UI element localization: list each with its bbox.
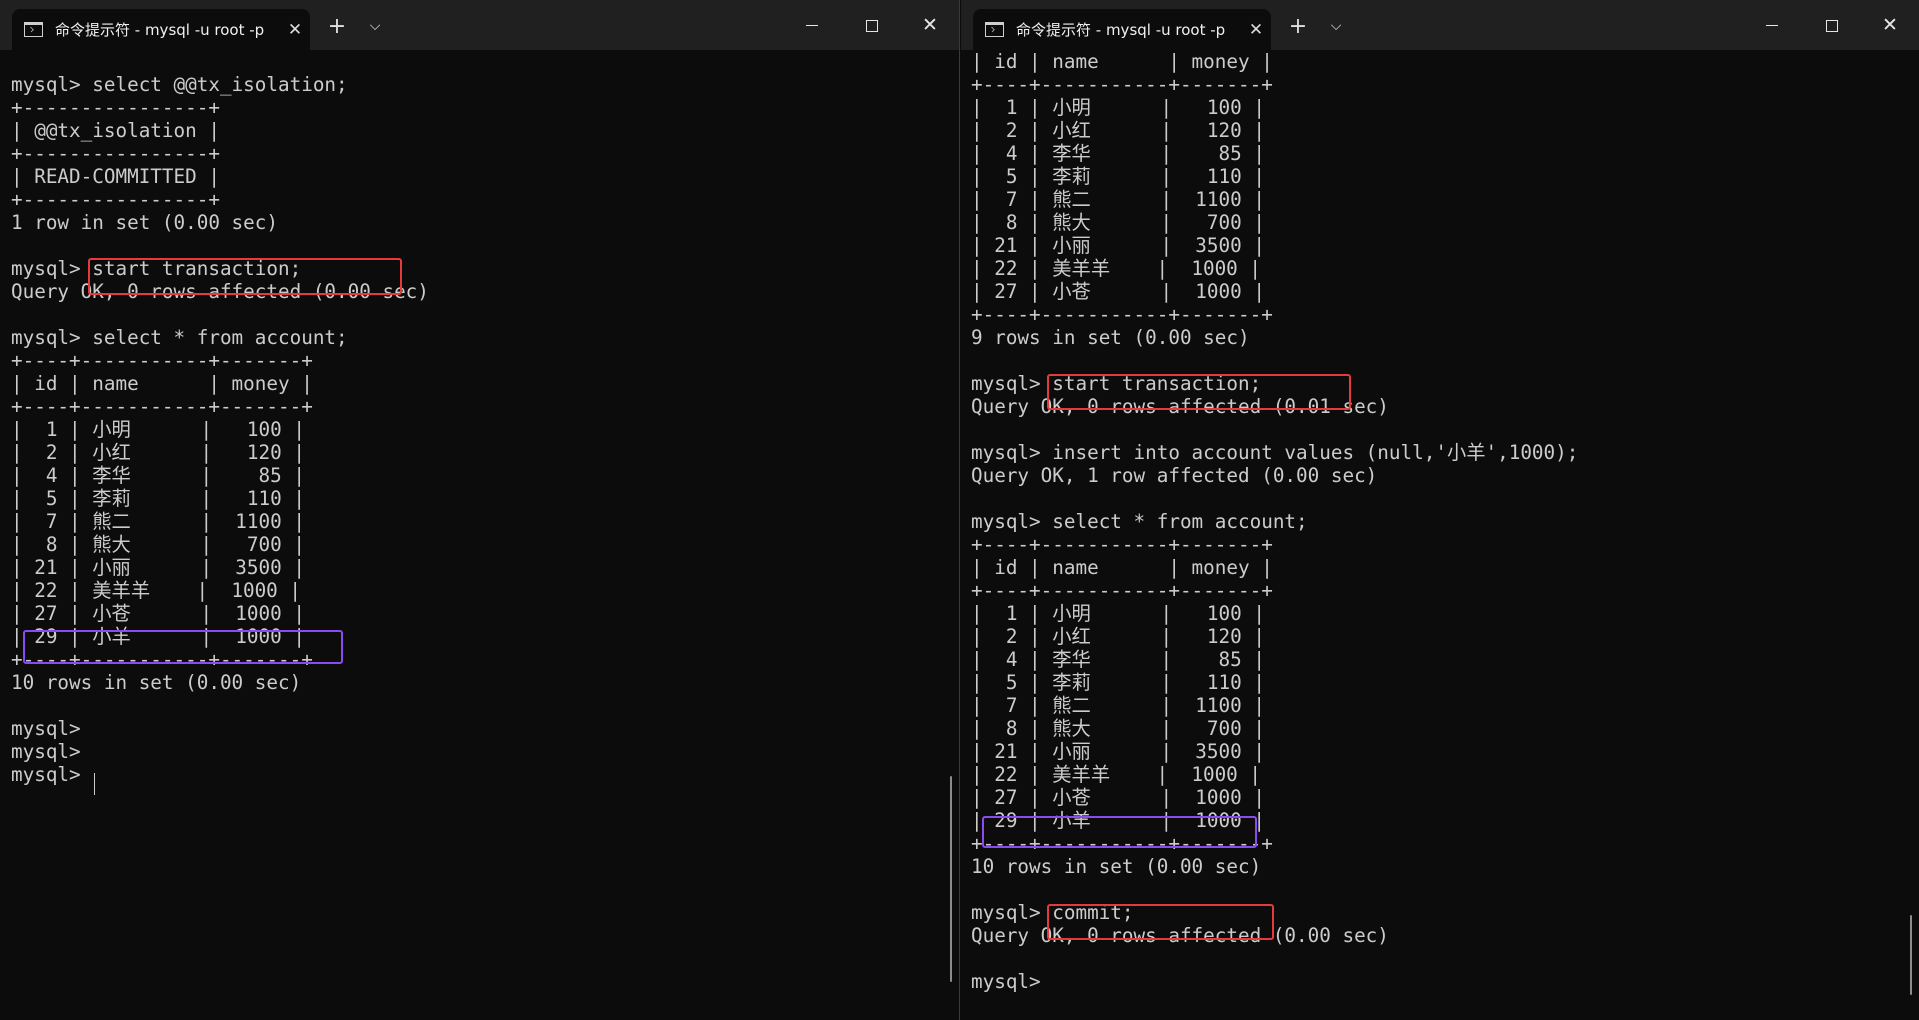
terminal-window-right: 命令提示符 - mysql -u root -p ✕ + ⌵ ✕ | id | … xyxy=(961,0,1919,1020)
highlight-start-transaction xyxy=(1047,374,1351,410)
scrollbar[interactable] xyxy=(1910,915,1912,995)
tab-close-icon[interactable]: ✕ xyxy=(1241,20,1271,40)
window-close-button[interactable]: ✕ xyxy=(1870,10,1910,40)
new-tab-button[interactable]: + xyxy=(1283,14,1313,39)
minimize-button[interactable] xyxy=(1752,10,1792,40)
console-output[interactable]: | id | name | money | +----+-----------+… xyxy=(971,50,1578,993)
terminal-tab[interactable]: 命令提示符 - mysql -u root -p ✕ xyxy=(12,9,310,50)
maximize-icon xyxy=(866,19,878,32)
terminal-tab[interactable]: 命令提示符 - mysql -u root -p ✕ xyxy=(973,9,1271,50)
chevron-down-icon[interactable]: ⌵ xyxy=(362,18,388,34)
maximize-icon xyxy=(1826,19,1838,32)
minimize-icon xyxy=(1766,25,1778,26)
tab-title: 命令提示符 - mysql -u root -p xyxy=(55,21,265,39)
highlight-commit xyxy=(1047,904,1274,940)
terminal-window-left: 命令提示符 - mysql -u root -p ✕ + ⌵ ✕ mysql> … xyxy=(0,0,960,1020)
minimize-button[interactable] xyxy=(792,10,832,40)
text-cursor xyxy=(94,773,95,795)
highlight-new-row xyxy=(23,630,343,664)
new-tab-button[interactable]: + xyxy=(322,14,352,39)
minimize-icon xyxy=(806,25,818,26)
chevron-down-icon[interactable]: ⌵ xyxy=(1323,18,1349,34)
scrollbar[interactable] xyxy=(950,776,952,982)
tab-close-icon[interactable]: ✕ xyxy=(280,20,310,40)
console-output[interactable]: mysql> select @@tx_isolation; +---------… xyxy=(11,73,429,786)
highlight-new-row xyxy=(982,816,1257,848)
terminal-icon xyxy=(24,22,43,37)
terminal-icon xyxy=(985,22,1004,37)
maximize-button[interactable] xyxy=(1812,10,1852,40)
title-bar: 命令提示符 - mysql -u root -p ✕ + ⌵ ✕ xyxy=(961,0,1919,50)
window-close-button[interactable]: ✕ xyxy=(910,10,950,40)
title-bar: 命令提示符 - mysql -u root -p ✕ + ⌵ ✕ xyxy=(0,0,959,50)
maximize-button[interactable] xyxy=(852,10,892,40)
highlight-start-transaction xyxy=(88,258,402,295)
tab-title: 命令提示符 - mysql -u root -p xyxy=(1016,21,1226,39)
